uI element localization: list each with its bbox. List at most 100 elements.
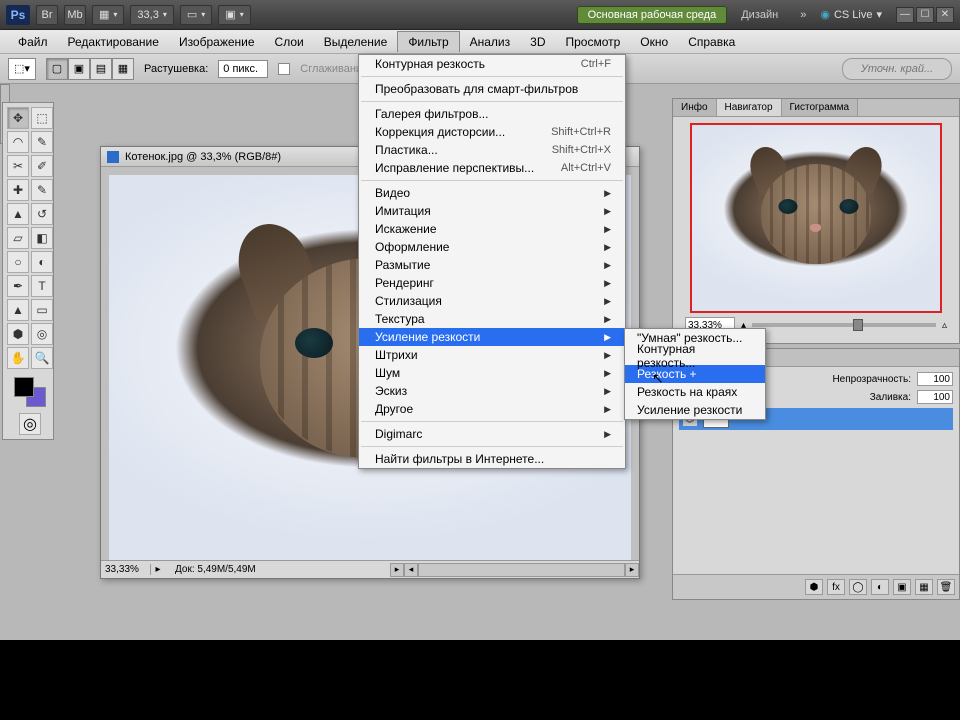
path-select-tool[interactable]: ▲	[7, 299, 29, 321]
filter-item[interactable]: Штрихи▶	[359, 346, 625, 364]
marquee-tool[interactable]: ⬚	[31, 107, 53, 129]
filter-item[interactable]: Размытие▶	[359, 256, 625, 274]
filter-item[interactable]: Исправление перспективы...Alt+Ctrl+V	[359, 159, 625, 177]
eyedropper-tool[interactable]: ✐	[31, 155, 53, 177]
filter-item[interactable]: Другое▶	[359, 400, 625, 418]
bridge-button[interactable]: Br	[36, 5, 58, 25]
select-intersect[interactable]: ▦	[112, 58, 134, 80]
brush-tool[interactable]: ✎	[31, 179, 53, 201]
select-add[interactable]: ▣	[68, 58, 90, 80]
zoom-level-dropdown[interactable]: 33,3▾	[130, 5, 173, 25]
adjustment-layer-icon[interactable]: ◐	[871, 579, 889, 595]
blur-tool[interactable]: ○	[7, 251, 29, 273]
hscroll-right[interactable]: ▸	[390, 563, 404, 577]
dodge-tool[interactable]: ◐	[31, 251, 53, 273]
new-group-icon[interactable]: ▣	[893, 579, 911, 595]
quick-mask-toggle[interactable]: ◎	[19, 413, 41, 435]
menu-справка[interactable]: Справка	[678, 32, 745, 52]
navigator-zoom-slider[interactable]	[752, 323, 936, 327]
menu-редактирование[interactable]: Редактирование	[58, 32, 169, 52]
sharpen-item[interactable]: Резкость на краях	[625, 383, 765, 401]
screen-mode-dropdown[interactable]: ▣▾	[218, 5, 250, 25]
foreground-color[interactable]	[14, 377, 34, 397]
menu-окно[interactable]: Окно	[630, 32, 678, 52]
feather-input[interactable]	[218, 60, 268, 78]
zoom-in-icon[interactable]: ▵	[942, 320, 947, 331]
menu-выделение[interactable]: Выделение	[314, 32, 398, 52]
view-extras-dropdown[interactable]: ▦▾	[92, 5, 124, 25]
zoom-tool[interactable]: 🔍	[31, 347, 53, 369]
menu-просмотр[interactable]: Просмотр	[555, 32, 630, 52]
link-layers-icon[interactable]: ⬢	[805, 579, 823, 595]
filter-item[interactable]: Шум▶	[359, 364, 625, 382]
navigator-thumbnail[interactable]	[690, 123, 942, 313]
filter-item[interactable]: Усиление резкости▶	[359, 328, 625, 346]
filter-item[interactable]: Преобразовать для смарт-фильтров	[359, 80, 625, 98]
clone-tool[interactable]: ▲	[7, 203, 29, 225]
3d-tool[interactable]: ⬢	[7, 323, 29, 345]
lasso-tool[interactable]: ◠	[7, 131, 29, 153]
hscroll-left[interactable]: ◂	[404, 563, 418, 577]
move-tool[interactable]: ✥	[7, 107, 29, 129]
hand-tool[interactable]: ✋	[7, 347, 29, 369]
layer-mask-icon[interactable]: ◯	[849, 579, 867, 595]
filter-item[interactable]: Digimarc▶	[359, 425, 625, 443]
menu-изображение[interactable]: Изображение	[169, 32, 265, 52]
opacity-input[interactable]	[917, 372, 953, 386]
filter-item[interactable]: Искажение▶	[359, 220, 625, 238]
color-swatches[interactable]	[7, 371, 53, 407]
filter-item[interactable]: Найти фильтры в Интернете...	[359, 450, 625, 468]
close-button[interactable]: ✕	[936, 7, 954, 23]
menu-3d[interactable]: 3D	[520, 32, 555, 52]
filter-item[interactable]: Видео▶	[359, 184, 625, 202]
filter-item[interactable]: Текстура▶	[359, 310, 625, 328]
arrange-dropdown[interactable]: ▭▾	[180, 5, 212, 25]
new-layer-icon[interactable]: ▦	[915, 579, 933, 595]
hscroll-end[interactable]: ▸	[625, 563, 639, 577]
layer-fx-icon[interactable]: fx	[827, 579, 845, 595]
3d-camera-tool[interactable]: ◎	[31, 323, 53, 345]
refine-edge-button[interactable]	[842, 58, 952, 80]
minimize-button[interactable]: —	[896, 7, 914, 23]
filter-item[interactable]: Коррекция дисторсии...Shift+Ctrl+R	[359, 123, 625, 141]
gradient-tool[interactable]: ◧	[31, 227, 53, 249]
filter-item[interactable]: Пластика...Shift+Ctrl+X	[359, 141, 625, 159]
select-new[interactable]: ▢	[46, 58, 68, 80]
workspace-design[interactable]: Дизайн	[733, 9, 786, 21]
antialias-checkbox[interactable]	[278, 63, 290, 75]
menu-фильтр[interactable]: Фильтр	[397, 31, 459, 52]
filter-item[interactable]: Галерея фильтров...	[359, 105, 625, 123]
tool-preset-picker[interactable]: ⬚▾	[8, 58, 36, 80]
menu-слои[interactable]: Слои	[265, 32, 314, 52]
select-subtract[interactable]: ▤	[90, 58, 112, 80]
menu-анализ[interactable]: Анализ	[460, 32, 521, 52]
status-zoom[interactable]: 33,33%	[101, 564, 151, 575]
workspace-more[interactable]: »	[792, 9, 814, 21]
panel-tab-Навигатор[interactable]: Навигатор	[717, 99, 782, 116]
filter-item[interactable]: Оформление▶	[359, 238, 625, 256]
hscrollbar[interactable]	[418, 563, 625, 577]
filter-item[interactable]: Эскиз▶	[359, 382, 625, 400]
maximize-button[interactable]: ☐	[916, 7, 934, 23]
filter-item[interactable]: Имитация▶	[359, 202, 625, 220]
shape-tool[interactable]: ▭	[31, 299, 53, 321]
quick-select-tool[interactable]: ✎	[31, 131, 53, 153]
sharpen-item[interactable]: Усиление резкости	[625, 401, 765, 419]
filter-item[interactable]: Рендеринг▶	[359, 274, 625, 292]
status-docinfo[interactable]: Док: 5,49M/5,49M	[165, 564, 390, 575]
panel-tab-Гистограмма[interactable]: Гистограмма	[782, 99, 859, 116]
crop-tool[interactable]: ✂	[7, 155, 29, 177]
cslive-dropdown[interactable]: ◉CS Live▾	[820, 8, 882, 21]
filter-item[interactable]: Контурная резкостьCtrl+F	[359, 55, 625, 73]
type-tool[interactable]: T	[31, 275, 53, 297]
panel-tab-Инфо[interactable]: Инфо	[673, 99, 717, 116]
healing-tool[interactable]: ✚	[7, 179, 29, 201]
workspace-selector[interactable]: Основная рабочая среда	[577, 6, 728, 24]
fill-input[interactable]	[917, 390, 953, 404]
minibridge-button[interactable]: Mb	[64, 5, 86, 25]
filter-item[interactable]: Стилизация▶	[359, 292, 625, 310]
sharpen-item[interactable]: Контурная резкость...	[625, 347, 765, 365]
eraser-tool[interactable]: ▱	[7, 227, 29, 249]
history-brush-tool[interactable]: ↺	[31, 203, 53, 225]
menu-файл[interactable]: Файл	[8, 32, 58, 52]
